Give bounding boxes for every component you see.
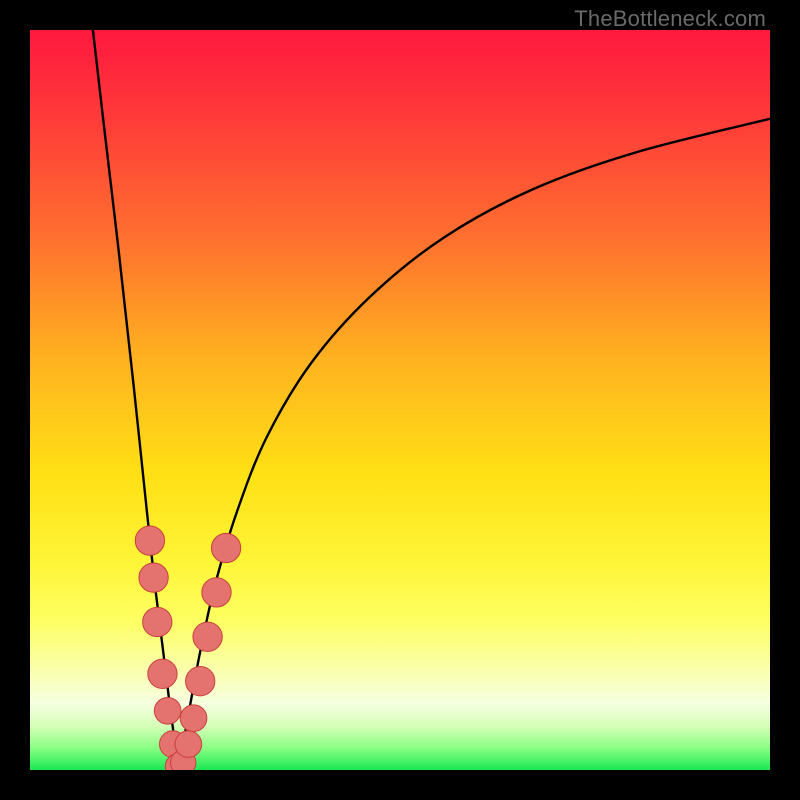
data-marker — [139, 563, 168, 592]
chart-svg — [30, 30, 770, 770]
data-marker — [180, 705, 207, 732]
data-marker — [148, 659, 177, 688]
data-marker — [135, 526, 164, 555]
gradient-background — [30, 30, 770, 770]
watermark-text: TheBottleneck.com — [574, 6, 766, 32]
chart-frame: TheBottleneck.com — [0, 0, 800, 800]
data-marker — [143, 607, 172, 636]
data-marker — [193, 622, 222, 651]
data-marker — [154, 697, 181, 724]
data-marker — [186, 667, 215, 696]
plot-area — [30, 30, 770, 770]
data-marker — [211, 533, 240, 562]
data-marker — [202, 578, 231, 607]
data-marker — [175, 731, 202, 758]
